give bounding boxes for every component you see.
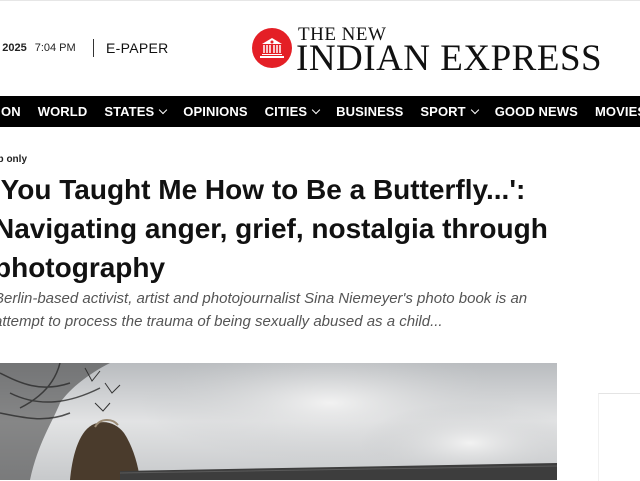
- sidebar-ad-slot: [598, 393, 640, 481]
- article-headline: 'You Taught Me How to Be a Butterfly...'…: [0, 174, 548, 283]
- current-time: 7:04 PM: [34, 42, 76, 54]
- newspaper-emblem-icon: [252, 28, 292, 68]
- nav-item-opinions[interactable]: OPINIONS: [174, 104, 255, 119]
- nav-item-label: CITIES: [264, 104, 308, 119]
- article-label: eb only: [0, 154, 28, 165]
- site-logo[interactable]: THE NEW INDIAN EXPRESS: [252, 24, 602, 79]
- nav-item-label: WORLD: [37, 104, 88, 119]
- hero-photo-illustration: [0, 363, 557, 480]
- nav-item-label: SPORT: [420, 104, 466, 119]
- nav-item-business[interactable]: BUSINESS: [327, 104, 411, 119]
- logo-line-2: INDIAN EXPRESS: [296, 38, 603, 79]
- nav-list: ON WORLD STATES OPINIONS CITIES BUSINESS SPORT…: [0, 96, 640, 127]
- nav-item-label: STATES: [104, 104, 155, 119]
- hero-image[interactable]: [0, 363, 557, 480]
- nav-item-label: GOOD NEWS: [494, 104, 578, 119]
- chevron-down-icon[interactable]: [470, 105, 479, 115]
- chevron-down-icon[interactable]: [311, 105, 321, 115]
- main-nav: ON WORLD STATES OPINIONS CITIES BUSINESS SPORT…: [0, 96, 640, 127]
- date-time: 0, 2025 7:04 PM: [0, 42, 76, 54]
- nav-item-cities[interactable]: CITIES: [256, 104, 328, 119]
- epaper-link[interactable]: E-PAPER: [106, 40, 169, 56]
- current-date: 0, 2025: [0, 42, 27, 54]
- nav-item-label: MOVIES: [594, 104, 640, 119]
- nav-item-good-news[interactable]: GOOD NEWS: [486, 104, 586, 119]
- nav-item-on[interactable]: ON: [0, 104, 29, 119]
- nav-item-world[interactable]: WORLD: [29, 104, 96, 119]
- nav-item-label: ON: [1, 104, 21, 119]
- article-standfirst: Berlin-based activist, artist and photoj…: [0, 290, 528, 330]
- nav-item-sport[interactable]: SPORT: [411, 104, 485, 119]
- site-header: 0, 2025 7:04 PM E-PAPER THE NEW INDIAN EX…: [0, 0, 640, 96]
- nav-item-label: BUSINESS: [336, 104, 404, 119]
- nav-item-movies[interactable]: MOVIES: [586, 104, 640, 119]
- header-divider: [93, 39, 94, 57]
- nav-item-states[interactable]: STATES: [95, 104, 174, 119]
- chevron-down-icon[interactable]: [159, 105, 168, 115]
- nav-item-label: OPINIONS: [183, 104, 248, 119]
